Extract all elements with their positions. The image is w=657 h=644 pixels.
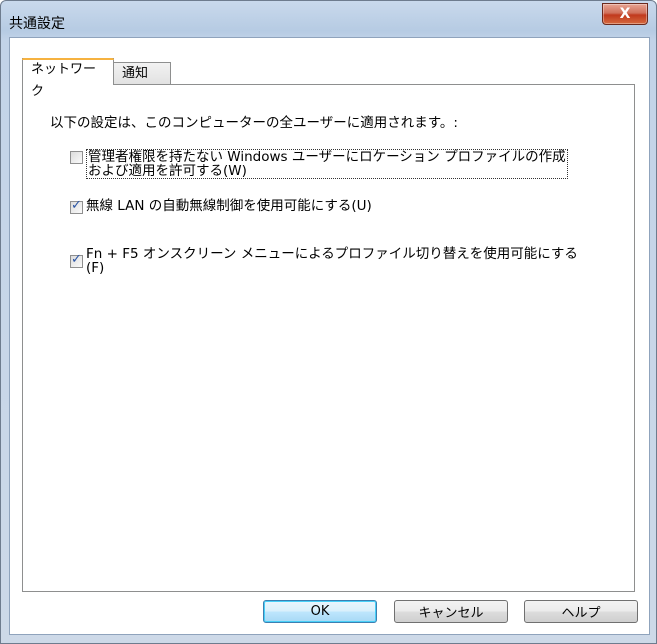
close-icon: X [619, 6, 631, 22]
tab-network[interactable]: ネットワーク [22, 58, 114, 99]
option-label-line2: (F) [86, 260, 105, 276]
dialog-window: 共通設定 X ネットワーク 通知 以下の設定は、このコンピューターの全ユーザーに… [0, 0, 657, 644]
option-label-line1: 管理者権限を持たない Windows ユーザーにロケーション プロファイルの作成 [88, 149, 566, 165]
window-title: 共通設定 [9, 16, 65, 32]
ok-button[interactable]: OK [263, 600, 377, 623]
option-auto-wireless-control[interactable]: 無線 LAN の自動無線制御を使用可能にする(U) [70, 198, 372, 214]
option-fn-f5-profile-switch[interactable]: Fn + F5 オンスクリーン メニューによるプロファイル切り替えを使用可能にす… [70, 247, 578, 275]
checkbox-auto-wireless-control[interactable] [70, 198, 83, 214]
title-bar[interactable]: 共通設定 X [1, 1, 656, 37]
checkbox-allow-nonadmin-profiles[interactable] [70, 151, 83, 164]
option-label-line1: 無線 LAN の自動無線制御を使用可能にする(U) [86, 198, 372, 214]
option-label-line1: Fn + F5 オンスクリーン メニューによるプロファイル切り替えを使用可能にす… [86, 246, 578, 262]
close-button[interactable]: X [602, 3, 648, 25]
settings-description: 以下の設定は、このコンピューターの全ユーザーに適用されます。: [50, 115, 458, 131]
option-label: 管理者権限を持たない Windows ユーザーにロケーション プロファイルの作成… [86, 149, 568, 179]
dialog-buttons: OK キャンセル ヘルプ [10, 598, 649, 628]
option-allow-nonadmin-profiles[interactable]: 管理者権限を持たない Windows ユーザーにロケーション プロファイルの作成… [70, 149, 568, 179]
cancel-button[interactable]: キャンセル [394, 600, 508, 623]
dialog-client-area: ネットワーク 通知 以下の設定は、このコンピューターの全ユーザーに適用されます。… [9, 37, 650, 635]
checkbox-fn-f5-profile-switch[interactable] [70, 252, 83, 268]
tab-notification[interactable]: 通知 [113, 62, 171, 84]
help-button[interactable]: ヘルプ [524, 600, 638, 623]
option-label-line2: および適用を許可する(W) [88, 163, 247, 179]
tab-panel-network: 以下の設定は、このコンピューターの全ユーザーに適用されます。: 管理者権限を持た… [22, 84, 635, 592]
option-label: 無線 LAN の自動無線制御を使用可能にする(U) [86, 199, 372, 213]
option-label: Fn + F5 オンスクリーン メニューによるプロファイル切り替えを使用可能にす… [86, 247, 578, 275]
